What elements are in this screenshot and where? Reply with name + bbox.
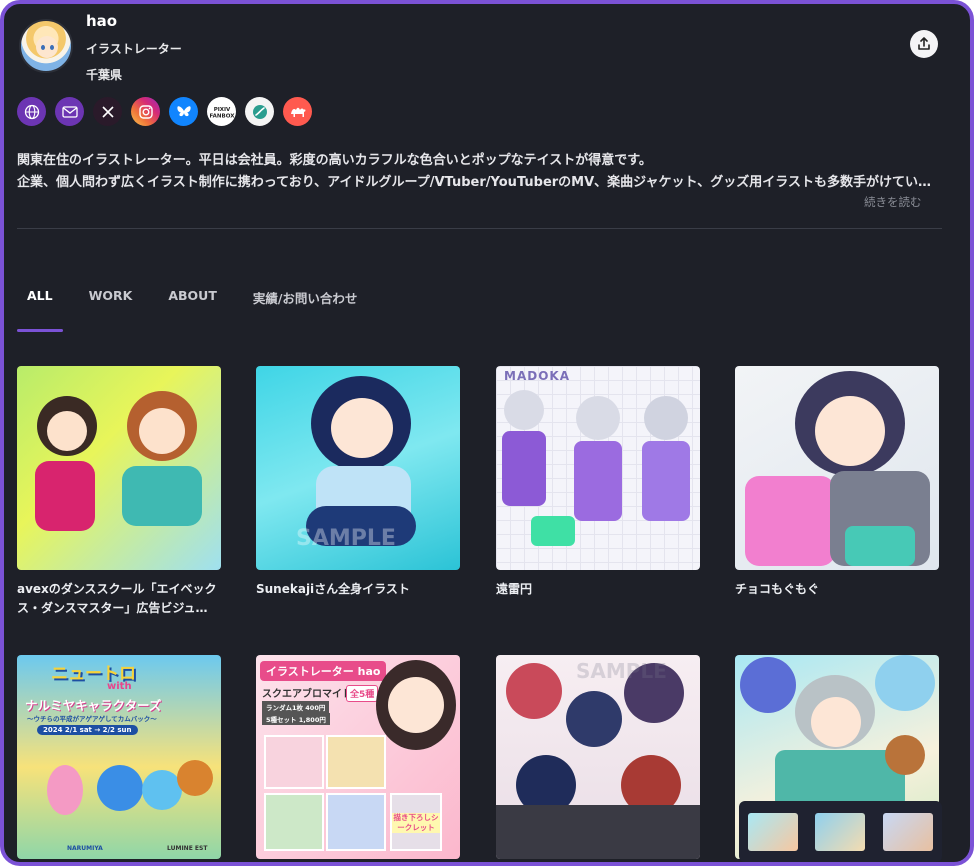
work-thumbnail[interactable]: SAMPLE — [256, 366, 460, 570]
avatar[interactable] — [19, 19, 73, 73]
profile-title: イラストレーター — [86, 42, 182, 56]
work-card[interactable]: SAMPLE Sunekajiさん全身イラスト — [256, 366, 460, 599]
character-face — [139, 408, 185, 454]
tab-about[interactable]: ABOUT — [158, 288, 227, 332]
work-thumbnail[interactable] — [17, 366, 221, 570]
brand-label: NARUMIYA — [67, 845, 103, 852]
work-caption: avexのダンススクール「エイベックス・ダンスマスター」広告ビジュ… — [17, 582, 217, 615]
work-card[interactable]: SAMPLE — [496, 655, 700, 862]
sample-watermark: SAMPLE — [296, 526, 396, 551]
character-hair — [875, 655, 935, 711]
avatar-face — [36, 36, 58, 58]
character-face — [815, 396, 885, 466]
carousel-thumb[interactable] — [883, 812, 934, 851]
brand-label: LUMINE EST — [167, 845, 208, 852]
profile-location: 千葉県 — [86, 68, 123, 82]
prop-detail — [885, 735, 925, 775]
bio-line: 企業、個人問わず広くイラスト制作に携わっており、アイドルグループ/VTuber/… — [17, 175, 942, 190]
bromide-sample — [326, 793, 386, 851]
svg-text:FANBOX: FANBOX — [209, 113, 234, 119]
character-outfit — [502, 431, 546, 506]
avatar-eye — [50, 45, 54, 50]
work-card[interactable]: MADOKA 遠雷円 — [496, 366, 700, 599]
character-blob — [47, 765, 83, 815]
secret-label: 描き下ろしシークレット — [392, 813, 440, 833]
prop-detail — [531, 516, 575, 546]
read-more-link[interactable]: 続きを読む — [864, 194, 922, 210]
camel-icon[interactable] — [283, 97, 312, 126]
banner-title: イラストレーター hao — [260, 661, 387, 681]
sample-watermark: SAMPLE — [576, 659, 667, 683]
character-face — [47, 411, 87, 451]
character-outfit — [496, 805, 700, 859]
bromide-sample — [264, 735, 324, 789]
tab-contact[interactable]: 実績/お問い合わせ — [243, 288, 368, 332]
character-jacket — [745, 476, 835, 566]
globe-icon[interactable] — [17, 97, 46, 126]
work-card[interactable]: チョコもぐもぐ — [735, 366, 939, 599]
carousel-thumb[interactable] — [747, 812, 798, 851]
character-hair — [506, 663, 562, 719]
work-card[interactable]: avexのダンススクール「エイベックス・ダンスマスター」広告ビジュ… — [17, 366, 221, 618]
character-hair — [566, 691, 622, 747]
profile-name: hao — [86, 12, 118, 30]
svg-text:PIXIV: PIXIV — [213, 107, 230, 113]
character-outfit — [574, 441, 622, 521]
character-hair — [576, 396, 620, 440]
avatar-eye — [41, 45, 45, 50]
bluesky-icon[interactable] — [169, 97, 198, 126]
pixiv-fanbox-icon[interactable]: PIXIV FANBOX — [207, 97, 236, 126]
character-blob — [142, 770, 182, 810]
character-name-label: MADOKA — [504, 369, 570, 383]
skeb-icon[interactable] — [245, 97, 274, 126]
character-face — [388, 677, 444, 733]
character-blob — [97, 765, 143, 811]
event-with: with — [107, 681, 132, 692]
work-thumbnail[interactable]: イラストレーター hao スクエアブロマイド 全5種 ランダム1枚 400円 5… — [256, 655, 460, 859]
work-thumbnail[interactable] — [735, 366, 939, 570]
kinds-badge: 全5種 — [346, 685, 379, 702]
mail-icon[interactable] — [55, 97, 84, 126]
profile-bio: 関東在住のイラストレーター。平日は会社員。彩度の高いカラフルな色合いとポップなテ… — [17, 150, 942, 194]
event-name: ナルミヤキャラクターズ — [25, 698, 162, 713]
work-caption: 遠雷円 — [496, 582, 533, 596]
price-label: ランダム1枚 400円 — [262, 701, 330, 713]
character-face — [811, 697, 861, 747]
instagram-icon[interactable] — [131, 97, 160, 126]
character-face — [331, 398, 393, 458]
character-hair — [740, 657, 796, 713]
event-dates: 2024 2/1 sat → 2/2 sun — [37, 725, 138, 735]
character-hair — [644, 396, 688, 440]
bio-line: 関東在住のイラストレーター。平日は会社員。彩度の高いカラフルな色合いとポップなテ… — [17, 153, 652, 168]
tab-work[interactable]: WORK — [79, 288, 143, 332]
work-thumbnail[interactable]: ニュートロ with ナルミヤキャラクターズ 〜ウチらの平成がアゲアゲしてカムバ… — [17, 655, 221, 859]
tab-bar: ALL WORK ABOUT 実績/お問い合わせ — [17, 288, 383, 332]
bromide-sample — [264, 793, 324, 851]
share-icon — [918, 37, 930, 50]
carousel-thumb[interactable] — [815, 812, 866, 851]
product-name: スクエアブロマイド — [262, 689, 352, 700]
image-carousel-strip — [739, 801, 942, 862]
work-card[interactable]: イラストレーター hao スクエアブロマイド 全5種 ランダム1枚 400円 5… — [256, 655, 460, 862]
event-subtitle: 〜ウチらの平成がアゲアゲしてカムバック〜 — [27, 715, 157, 723]
divider — [17, 228, 942, 229]
work-card[interactable]: ニュートロ with ナルミヤキャラクターズ 〜ウチらの平成がアゲアゲしてカムバ… — [17, 655, 221, 862]
work-thumbnail[interactable]: SAMPLE — [496, 655, 700, 859]
x-icon[interactable] — [93, 97, 122, 126]
tab-all[interactable]: ALL — [17, 288, 63, 332]
bromide-sample — [326, 735, 386, 789]
profile-page: hao イラストレーター 千葉県 PIXIV FANBOX 関東在住のイラストレ… — [0, 0, 974, 866]
work-thumbnail[interactable]: MADOKA — [496, 366, 700, 570]
character-outfit — [122, 466, 202, 526]
character-jacket — [35, 461, 95, 531]
work-caption: チョコもぐもぐ — [735, 582, 820, 596]
character-outfit — [642, 441, 690, 521]
price-label: 5種セット 1,800円 — [262, 713, 330, 725]
work-caption: Sunekajiさん全身イラスト — [256, 582, 410, 596]
character-hair — [504, 390, 544, 430]
character-skirt — [845, 526, 915, 566]
social-links: PIXIV FANBOX — [17, 97, 312, 126]
character-blob — [177, 760, 213, 796]
share-button[interactable] — [910, 30, 938, 58]
